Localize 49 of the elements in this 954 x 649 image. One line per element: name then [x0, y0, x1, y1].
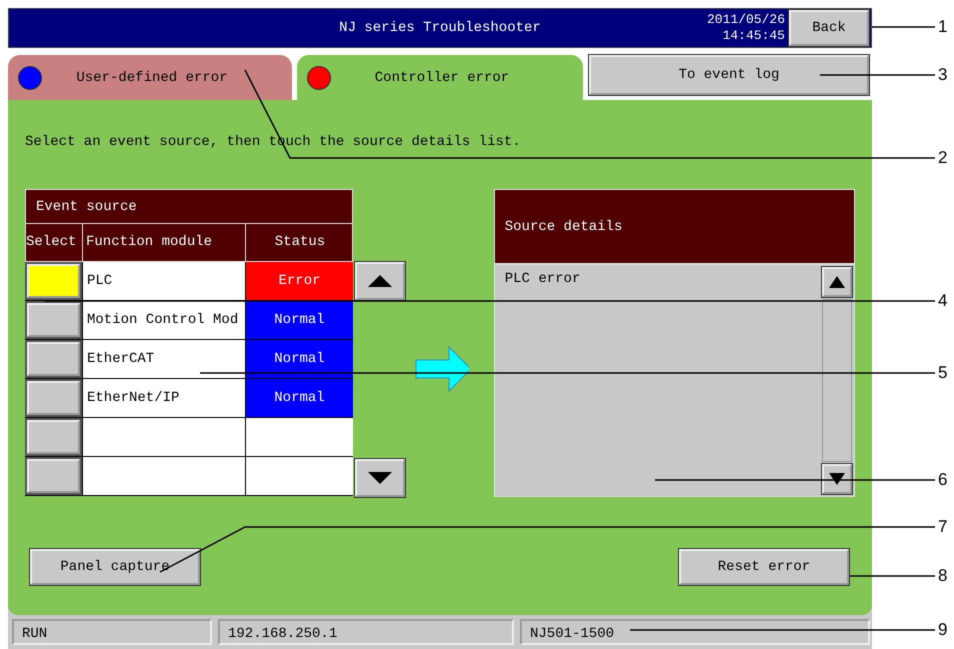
scroll-down-button[interactable] — [822, 464, 852, 494]
scroll-up-button[interactable] — [822, 267, 852, 297]
status-cell: Error — [245, 262, 353, 300]
scroll-up-button[interactable] — [355, 262, 405, 300]
status-field: RUN — [12, 619, 212, 645]
leader-line — [872, 26, 935, 28]
reset-error-button[interactable]: Reset error — [679, 549, 849, 585]
callout-number: 6 — [938, 470, 948, 490]
select-button[interactable] — [27, 381, 80, 415]
select-button[interactable] — [27, 420, 80, 454]
callout-number: 3 — [938, 65, 948, 85]
column-header: Select — [26, 224, 83, 261]
tab[interactable]: User-defined error — [8, 55, 292, 100]
date-text: 2011/05/26 — [706, 12, 785, 28]
details-title: Source details — [494, 189, 855, 264]
down-triangle-icon — [368, 472, 392, 484]
screen-title: NJ series Troubleshooter — [339, 20, 541, 36]
select-button[interactable] — [27, 342, 80, 376]
right-arrow-icon — [415, 346, 469, 392]
tab[interactable]: Controller error — [297, 55, 583, 100]
up-triangle-icon — [829, 276, 845, 288]
select-button[interactable] — [27, 303, 80, 337]
panel-capture-button[interactable]: Panel capture — [30, 549, 200, 585]
select-button[interactable] — [27, 459, 80, 493]
column-header: Function module — [83, 224, 246, 261]
scrollbar-track[interactable] — [822, 299, 852, 462]
callout-number: 1 — [938, 17, 948, 37]
status-cell: Normal — [245, 379, 353, 417]
back-button[interactable]: Back — [789, 10, 869, 46]
status-cell: Normal — [245, 301, 353, 339]
callout-number: 9 — [938, 620, 948, 640]
event-log-button[interactable]: To event log — [589, 55, 869, 95]
status-field: NJ501-1500 — [520, 619, 870, 645]
time-text: 14:45:45 — [722, 28, 785, 44]
callout-number: 7 — [938, 517, 948, 537]
status-field: 192.168.250.1 — [218, 619, 514, 645]
select-button[interactable] — [27, 264, 80, 298]
callout-number: 8 — [938, 566, 948, 586]
table-title: Event source — [25, 189, 353, 224]
scroll-down-button[interactable] — [355, 459, 405, 497]
up-triangle-icon — [368, 275, 392, 287]
callout-number: 2 — [938, 148, 948, 168]
column-header: Status — [274, 233, 326, 252]
down-triangle-icon — [829, 473, 845, 485]
callout-number: 4 — [938, 291, 948, 311]
status-cell: Normal — [245, 340, 353, 378]
callout-number: 5 — [938, 363, 948, 383]
details-list[interactable]: PLC error — [494, 264, 855, 497]
details-item[interactable]: PLC error — [504, 269, 810, 289]
